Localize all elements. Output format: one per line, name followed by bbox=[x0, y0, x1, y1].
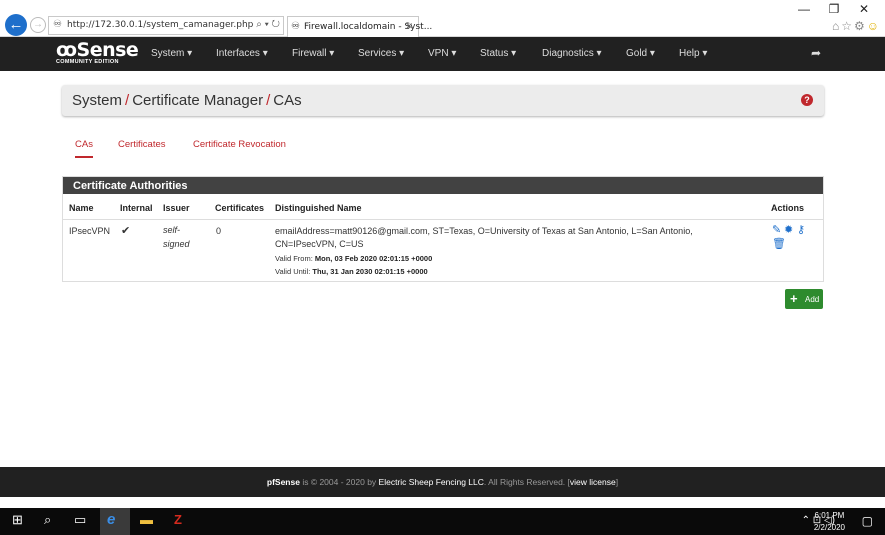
home-icon[interactable]: ⌂ bbox=[832, 19, 841, 33]
view-license-link[interactable]: view license bbox=[570, 477, 616, 487]
nav-gold[interactable]: Gold ▾ bbox=[626, 48, 655, 59]
filezilla-icon[interactable]: Z bbox=[174, 512, 182, 527]
col-issuer: Issuer bbox=[163, 203, 190, 213]
tab-close-icon[interactable]: ✕ bbox=[405, 21, 413, 32]
internal-check-icon: ✔ bbox=[121, 225, 131, 237]
footer-copyright: is © 2004 - 2020 by bbox=[299, 477, 379, 487]
address-tools-icon[interactable]: ⌕ ▾ ↻ bbox=[256, 19, 280, 30]
col-distinguished-name: Distinguished Name bbox=[275, 203, 362, 213]
search-icon[interactable]: ⌕ bbox=[44, 512, 51, 528]
export-cert-gear-icon[interactable]: ✹ bbox=[784, 223, 793, 236]
browser-tab[interactable]: ♾ Firewall.localdomain - Syst... ✕ bbox=[287, 16, 432, 37]
feedback-smiley-icon[interactable]: ☺ bbox=[867, 19, 881, 33]
breadcrumb-panel: System / Certificate Manager / CAs ? bbox=[62, 85, 824, 116]
tab-bar: CAs Certificates Certificate Revocation bbox=[62, 133, 824, 158]
plus-icon: + bbox=[790, 291, 798, 306]
valid-until-label: Valid Until: bbox=[275, 267, 311, 276]
logo-text: Sense bbox=[76, 39, 139, 61]
panel-title: Certificate Authorities bbox=[63, 177, 823, 194]
logo-symbol-icon: ꝏ bbox=[56, 39, 77, 61]
tab-certificates[interactable]: Certificates bbox=[118, 139, 166, 150]
back-arrow-icon[interactable]: ← bbox=[5, 14, 27, 36]
window-controls: — ❐ ✕ bbox=[789, 2, 879, 16]
col-internal: Internal bbox=[120, 203, 153, 213]
add-label: Add bbox=[805, 295, 820, 304]
windows-taskbar: ⊞ ⌕ ▭ e ▬ Z ⌃ ⊡ ◁) 6:01 PM 2/2/2020 ▢ bbox=[0, 508, 885, 535]
breadcrumb-cas[interactable]: CAs bbox=[273, 92, 301, 109]
nav-system[interactable]: System ▾ bbox=[151, 48, 192, 59]
col-actions: Actions bbox=[771, 203, 805, 213]
browser-toolbar: ← → ♾ http://172.30.0.1/system_camanager… bbox=[0, 0, 885, 37]
breadcrumb-certificate-manager[interactable]: Certificate Manager bbox=[132, 92, 263, 109]
favicon-icon: ♾ bbox=[291, 21, 300, 32]
breadcrumb: System / Certificate Manager / CAs bbox=[72, 92, 302, 109]
dn-line1: emailAddress=matt90126@gmail.com, ST=Tex… bbox=[275, 226, 693, 236]
delete-trash-icon[interactable]: 🗑 bbox=[772, 237, 786, 250]
clock-date: 2/2/2020 bbox=[813, 523, 845, 532]
ca-certificate-count: 0 bbox=[216, 226, 222, 236]
task-view-icon[interactable]: ▭ bbox=[74, 512, 86, 528]
internet-explorer-icon[interactable]: e bbox=[107, 511, 115, 528]
favorites-star-icon[interactable]: ☆ bbox=[841, 19, 854, 33]
ca-name: IPsecVPN bbox=[69, 226, 111, 236]
breadcrumb-separator: / bbox=[125, 92, 130, 109]
pfsense-logo[interactable]: ꝏSense COMMUNITY EDITION bbox=[56, 39, 139, 65]
export-key-icon[interactable]: ⚷ bbox=[797, 223, 805, 236]
breadcrumb-separator: / bbox=[266, 92, 271, 109]
col-certificates: Certificates bbox=[215, 203, 265, 213]
footer-bracket: ] bbox=[615, 477, 619, 487]
site-icon: ♾ bbox=[53, 19, 62, 30]
tab-title: Firewall.localdomain - Syst... bbox=[304, 22, 433, 32]
add-ca-button[interactable]: + Add bbox=[785, 289, 823, 309]
nav-firewall[interactable]: Firewall ▾ bbox=[292, 48, 334, 59]
tab-certificate-revocation[interactable]: Certificate Revocation bbox=[193, 139, 286, 150]
valid-from-value: Mon, 03 Feb 2020 02:01:15 +0000 bbox=[314, 254, 433, 263]
forward-arrow-icon[interactable]: → bbox=[30, 17, 46, 33]
issuer-line2: signed bbox=[163, 239, 190, 249]
valid-until: Valid Until: Thu, 31 Jan 2030 02:01:15 +… bbox=[275, 267, 428, 276]
windows-start-icon[interactable]: ⊞ bbox=[12, 512, 23, 528]
certificate-authorities-panel: Certificate Authorities Name Internal Is… bbox=[62, 176, 824, 282]
browser-icons: ⌂☆⚙☺ bbox=[832, 19, 881, 33]
notification-icon[interactable]: ▢ bbox=[862, 514, 873, 528]
url-text[interactable]: http://172.30.0.1/system_camanager.php bbox=[67, 20, 253, 30]
minimize-icon[interactable]: — bbox=[789, 2, 819, 16]
close-window-icon[interactable]: ✕ bbox=[849, 2, 879, 16]
restore-icon[interactable]: ❐ bbox=[819, 2, 849, 16]
tab-cas[interactable]: CAs bbox=[75, 139, 93, 158]
nav-vpn[interactable]: VPN ▾ bbox=[428, 48, 456, 59]
valid-until-value: Thu, 31 Jan 2030 02:01:15 +0000 bbox=[312, 267, 428, 276]
footer: pfSense is © 2004 - 2020 by Electric She… bbox=[0, 467, 885, 497]
nav-interfaces[interactable]: Interfaces ▾ bbox=[216, 48, 268, 59]
logout-icon[interactable]: ➦ bbox=[811, 46, 821, 60]
valid-from: Valid From: Mon, 03 Feb 2020 02:01:15 +0… bbox=[275, 254, 432, 263]
nav-help[interactable]: Help ▾ bbox=[679, 48, 707, 59]
issuer-line1: self- bbox=[163, 225, 181, 235]
help-icon[interactable]: ? bbox=[801, 94, 813, 106]
ca-issuer: self-signed bbox=[163, 223, 190, 251]
nav-diagnostics[interactable]: Diagnostics ▾ bbox=[542, 48, 602, 59]
tray-chevron-icon[interactable]: ⌃ bbox=[802, 515, 810, 526]
main-navbar: ꝏSense COMMUNITY EDITION System ▾ Interf… bbox=[0, 37, 885, 71]
clock-time: 6:01 PM bbox=[814, 511, 845, 520]
breadcrumb-system[interactable]: System bbox=[72, 92, 122, 109]
settings-gear-icon[interactable]: ⚙ bbox=[854, 19, 867, 33]
nav-status[interactable]: Status ▾ bbox=[480, 48, 516, 59]
dn-line2: CN=IPsecVPN, C=US bbox=[275, 239, 364, 249]
nav-services[interactable]: Services ▾ bbox=[358, 48, 404, 59]
header-divider bbox=[63, 219, 823, 220]
footer-company-link[interactable]: Electric Sheep Fencing LLC bbox=[379, 477, 484, 487]
edit-pencil-icon[interactable]: ✎ bbox=[772, 223, 781, 236]
footer-rights: . All Rights Reserved. [ bbox=[483, 477, 570, 487]
footer-brand: pfSense bbox=[266, 477, 300, 487]
valid-from-label: Valid From: bbox=[275, 254, 313, 263]
clock[interactable]: 6:01 PM 2/2/2020 bbox=[814, 510, 845, 534]
address-bar[interactable]: ♾ http://172.30.0.1/system_camanager.php… bbox=[48, 16, 284, 35]
file-explorer-icon[interactable]: ▬ bbox=[140, 512, 153, 527]
col-name: Name bbox=[69, 203, 94, 213]
